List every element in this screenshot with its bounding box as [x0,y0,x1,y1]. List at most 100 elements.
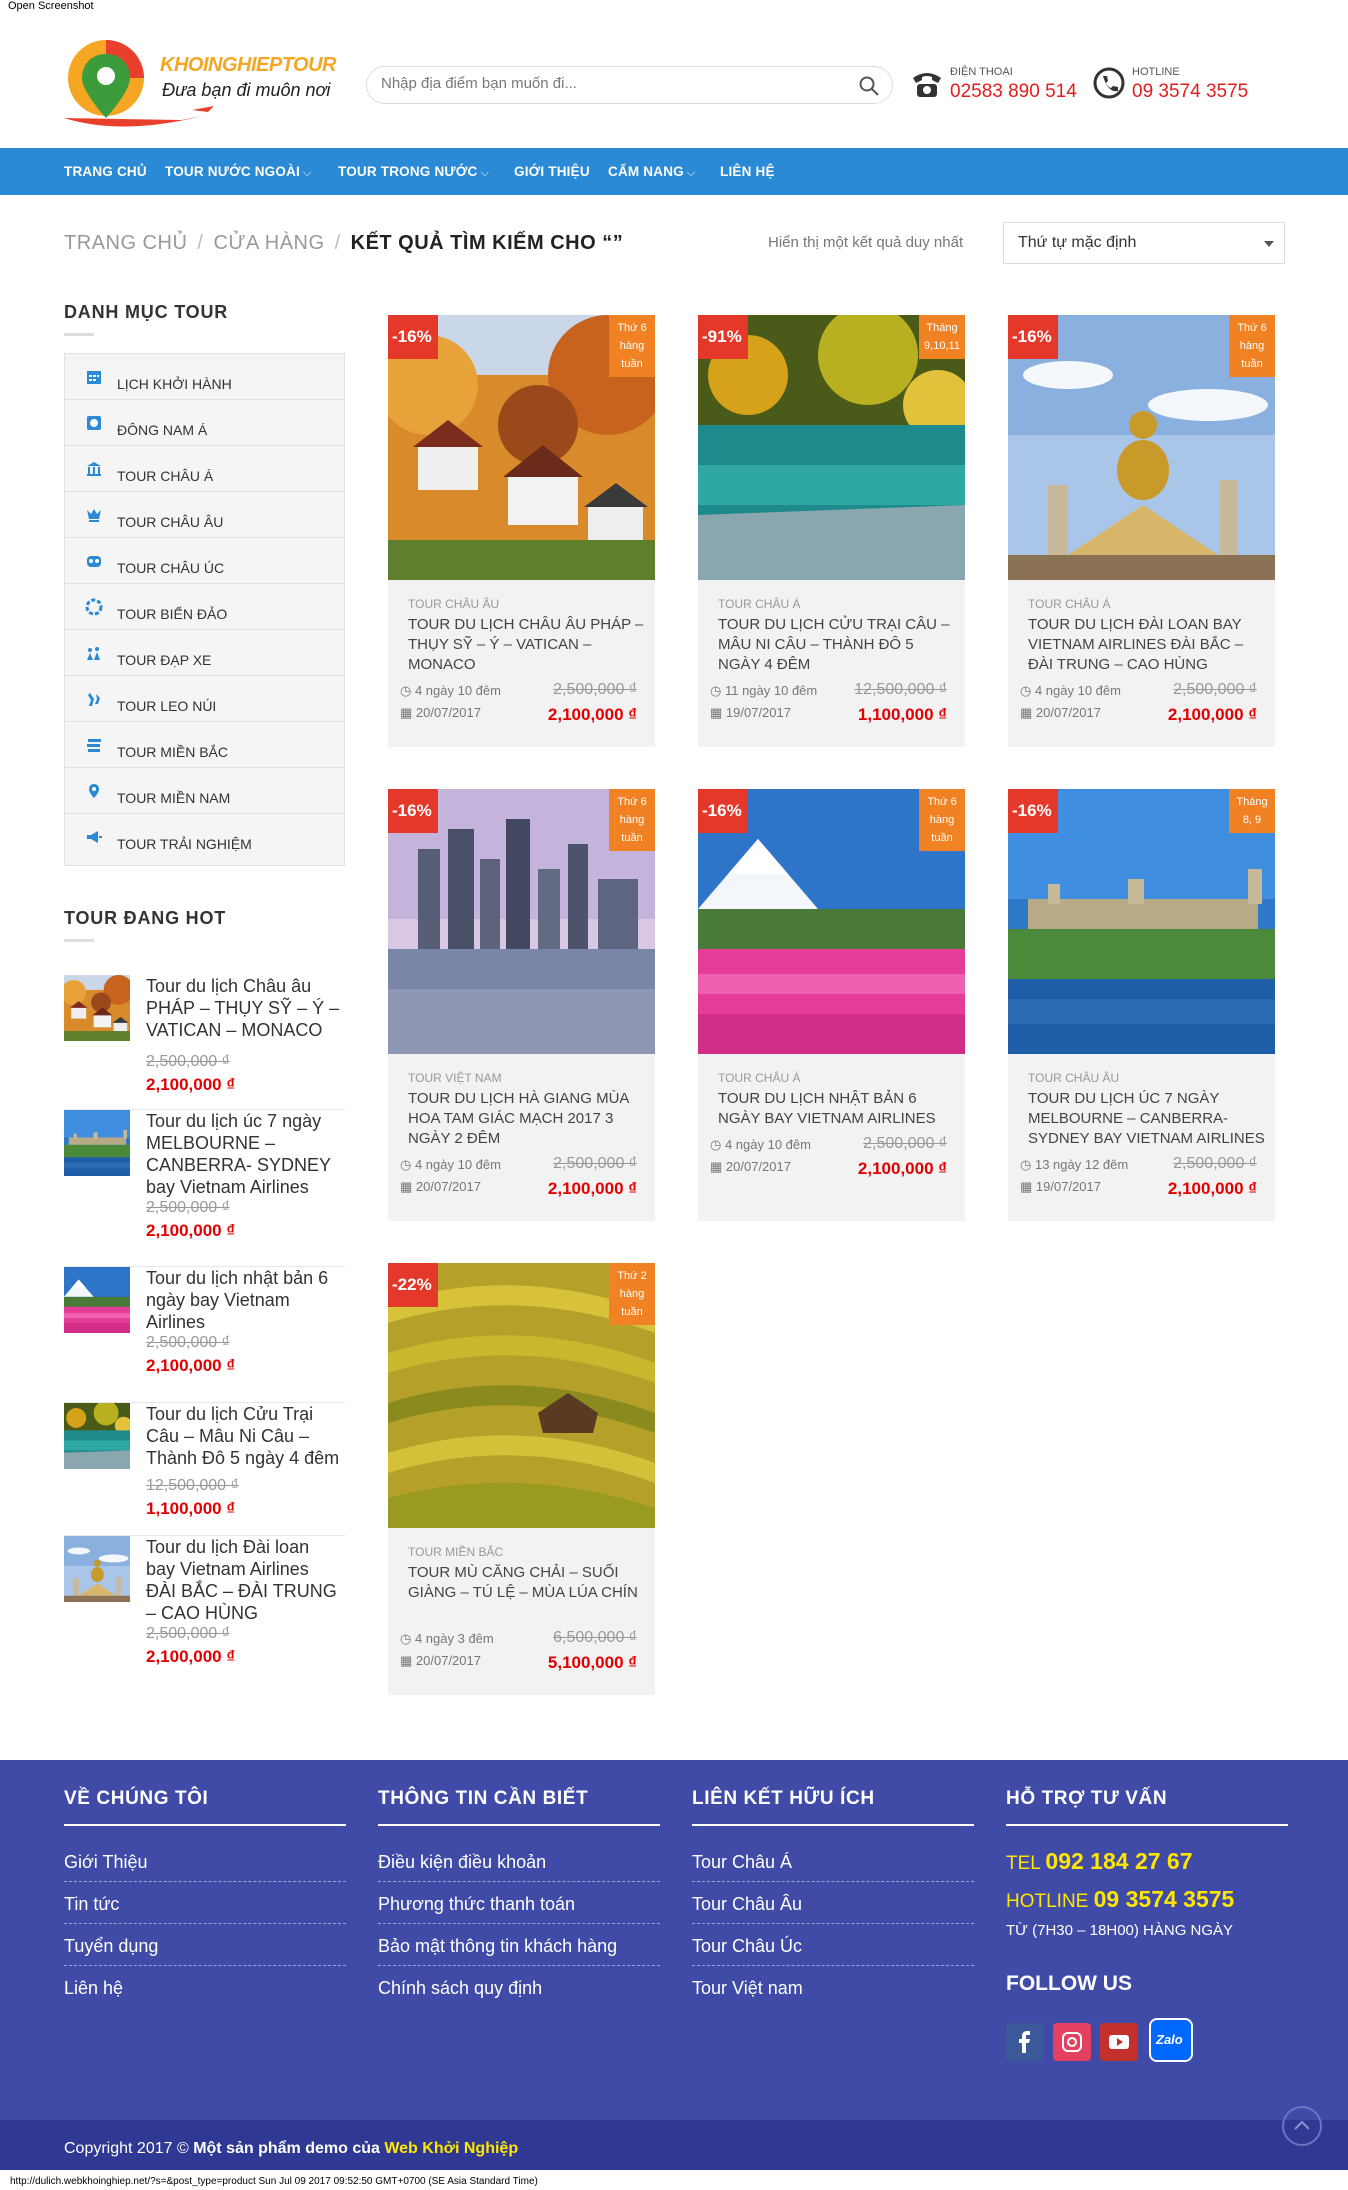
temple-icon [87,462,101,476]
product-category[interactable]: TOUR CHÂU Á [718,1071,800,1085]
north-icon [87,739,101,752]
category-label: TOUR ĐẠP XE [117,652,212,668]
category-item[interactable]: TOUR BIỂN ĐẢO [65,584,344,630]
product-card[interactable]: -16% Thứ 6 hàng tuần TOUR CHÂU Á TOUR DU LỊ… [698,789,965,1221]
product-card[interactable]: -16% Thứ 6 hàng tuần TOUR CHÂU Á TOUR DU LỊ… [1008,315,1275,747]
hot-tour-name[interactable]: Tour du lịch Châu âu PHÁP – THỤY SỸ – Ý … [146,975,342,1041]
sale-price: 2,100,000 ₫ [146,1356,236,1375]
footer-link[interactable]: Phương thức thanh toán [378,1882,660,1924]
product-title[interactable]: TOUR DU LỊCH CỬU TRẠI CÂU – MÂU NI CÂU –… [718,615,958,675]
footer-link[interactable]: Tour Châu Á [692,1840,974,1882]
category-item[interactable]: TOUR CHÂU Á [65,446,344,492]
youtube-icon[interactable] [1100,2023,1138,2061]
hot-tour-name[interactable]: Tour du lịch nhật bản 6 ngày bay Vietnam… [146,1267,342,1333]
hotline-label: HOTLINE [1132,66,1180,78]
chevron-down-icon: ⌵ [480,167,490,179]
category-item[interactable]: TOUR CHÂU ÚC [65,538,344,584]
tour-thumbnail[interactable] [64,1536,130,1602]
breadcrumb-home[interactable]: TRANG CHỦ [64,232,187,254]
nav-tour-trong-nuoc[interactable]: TOUR TRONG NƯỚC ⌵ [338,164,489,180]
calendar-icon: ▦ [400,1653,416,1668]
category-item[interactable]: TOUR LEO NÚI [65,676,344,722]
zalo-icon[interactable]: Zalo [1149,2018,1193,2062]
footer-link[interactable]: Điều kiện điều khoản [378,1840,660,1882]
product-card[interactable]: -16% Tháng 8, 9 TOUR CHÂU ÂU TOUR DU LỊCH Ú… [1008,789,1275,1221]
product-title[interactable]: TOUR DU LỊCH CHÂU ÂU PHÁP – THỤY SỸ – Ý … [408,615,648,675]
hot-tour-name[interactable]: Tour du lịch Cửu Trại Câu – Mâu Ni Câu –… [146,1403,342,1469]
sale-price: 5,100,000 ₫ [547,1653,637,1672]
facebook-icon[interactable] [1006,2023,1044,2061]
phone-contact: ĐIỆN THOẠI 02583 890 514 [910,64,1080,108]
product-card[interactable]: -16% Thứ 6 hàng tuần TOUR VIỆT NAM TOUR DU … [388,789,655,1221]
product-category[interactable]: TOUR CHÂU ÂU [408,597,499,611]
product-category[interactable]: TOUR CHÂU Á [718,597,800,611]
category-item[interactable]: TOUR MIỀN BẮC [65,722,344,768]
back-to-top-button[interactable] [1282,2106,1322,2146]
product-title[interactable]: TOUR DU LỊCH ÚC 7 NGÀY MELBOURNE – CANBE… [1028,1089,1268,1149]
sort-select[interactable]: Thứ tự mặc định [1003,222,1285,264]
product-title[interactable]: TOUR DU LỊCH HÀ GIANG MÙA HOA TAM GIÁC M… [408,1089,648,1149]
product-category[interactable]: TOUR MIỀN BẮC [408,1545,503,1559]
product-card[interactable]: -91% Tháng 9,10,11 TOUR CHÂU Á TOUR DU LỊCH… [698,315,965,747]
category-item[interactable]: TOUR CHÂU ÂU [65,492,344,538]
footer-link[interactable]: Tuyển dụng [64,1924,346,1966]
product-card[interactable]: -22% Thứ 2 hàng tuần TOUR MIỀN BẮC TOUR MÙ … [388,1263,655,1695]
footer-link[interactable]: Liên hệ [64,1966,346,2008]
nav-gioi-thieu[interactable]: GIỚI THIỆU [514,164,590,179]
hot-tour-name[interactable]: Tour du lịch úc 7 ngày MELBOURNE – CANBE… [146,1110,342,1198]
nav-lien-he[interactable]: LIÊN HỆ [720,164,775,179]
footer-link[interactable]: Bảo mật thông tin khách hàng [378,1924,660,1966]
hot-tour-item[interactable]: Tour du lịch úc 7 ngày MELBOURNE – CANBE… [64,1110,345,1267]
search-icon[interactable] [858,75,880,97]
nav-tour-nuoc-ngoai[interactable]: TOUR NƯỚC NGOÀI ⌵ [165,164,312,180]
product-category[interactable]: TOUR CHÂU ÂU [1028,1071,1119,1085]
category-label: ĐÔNG NAM Á [117,422,208,438]
footer-hotline[interactable]: HOTLINE 09 3574 3575 [1006,1886,1234,1913]
search-bar[interactable] [366,66,893,104]
footer-link[interactable]: Tin tức [64,1882,346,1924]
tour-thumbnail[interactable] [64,975,130,1041]
map-marker-icon [89,784,99,798]
hot-tour-item[interactable]: Tour du lịch nhật bản 6 ngày bay Vietnam… [64,1267,345,1403]
breadcrumb-shop[interactable]: CỬA HÀNG [213,232,324,254]
category-item[interactable]: TOUR TRẢI NGHIỆM [65,814,344,860]
site-logo[interactable]: KHOINGHIEPTOUR Đưa bạn đi muôn nơi [62,32,336,132]
footer-support: HỖ TRỢ TƯ VẤN TEL 092 184 27 67 HOTLINE … [1006,1788,1288,1995]
instagram-icon[interactable] [1053,2023,1091,2061]
category-item[interactable]: TOUR ĐẠP XE [65,630,344,676]
phone-value[interactable]: 02583 890 514 [950,81,1077,103]
copyright-brand-link[interactable]: Web Khởi Nghiệp [384,2140,518,2157]
category-item[interactable]: TOUR MIỀN NAM [65,768,344,814]
footer-about-title: VỀ CHÚNG TÔI [64,1788,346,1826]
search-input[interactable] [381,75,841,92]
footer-link[interactable]: Chính sách quy định [378,1966,660,2008]
footer-link[interactable]: Giới Thiệu [64,1840,346,1882]
product-card[interactable]: -16% Thứ 6 hàng tuần TOUR CHÂU ÂU TOUR DU L… [388,315,655,747]
tour-duration: ◷ 13 ngày 12 đêm [1020,1157,1129,1172]
hot-tour-name[interactable]: Tour du lịch Đài loan bay Vietnam Airlin… [146,1536,342,1624]
category-item[interactable]: LỊCH KHỞI HÀNH [65,354,344,400]
product-category[interactable]: TOUR VIỆT NAM [408,1071,502,1085]
hotline-value[interactable]: 09 3574 3575 [1132,81,1248,103]
footer-link[interactable]: Tour Châu Úc [692,1924,974,1966]
hot-tour-item[interactable]: Tour du lịch Đài loan bay Vietnam Airlin… [64,1536,345,1666]
nav-home[interactable]: TRANG CHỦ [64,164,147,179]
hot-tour-item[interactable]: Tour du lịch Cửu Trại Câu – Mâu Ni Câu –… [64,1403,345,1536]
footer-link[interactable]: Tour Việt nam [692,1966,974,2008]
old-price: 2,500,000 ₫ [1173,1155,1257,1172]
product-title[interactable]: TOUR DU LỊCH ĐÀI LOAN BAY VIETNAM AIRLIN… [1028,615,1268,675]
footer-link[interactable]: Tour Châu Âu [692,1882,974,1924]
status-url: http://dulich.webkhoinghiep.net/?s=&post… [0,2176,1348,2190]
window-title: Open Screenshot [8,0,94,12]
footer-tel[interactable]: TEL 092 184 27 67 [1006,1848,1193,1875]
tour-thumbnail[interactable] [64,1403,130,1469]
product-category[interactable]: TOUR CHÂU Á [1028,597,1110,611]
tour-thumbnail[interactable] [64,1110,130,1176]
product-title[interactable]: TOUR DU LỊCH NHẬT BẢN 6 NGÀY BAY VIETNAM… [718,1089,958,1129]
category-item[interactable]: ĐÔNG NAM Á [65,400,344,446]
nav-cam-nang[interactable]: CẨM NANG ⌵ [608,164,695,180]
copyright-bar: Copyright 2017 © Một sản phẩm demo của W… [0,2106,1348,2170]
product-title[interactable]: TOUR MÙ CĂNG CHẢI – SUỐI GIÀNG – TÚ LỆ –… [408,1563,648,1603]
hot-tour-item[interactable]: Tour du lịch Châu âu PHÁP – THỤY SỸ – Ý … [64,975,345,1110]
tour-thumbnail[interactable] [64,1267,130,1333]
